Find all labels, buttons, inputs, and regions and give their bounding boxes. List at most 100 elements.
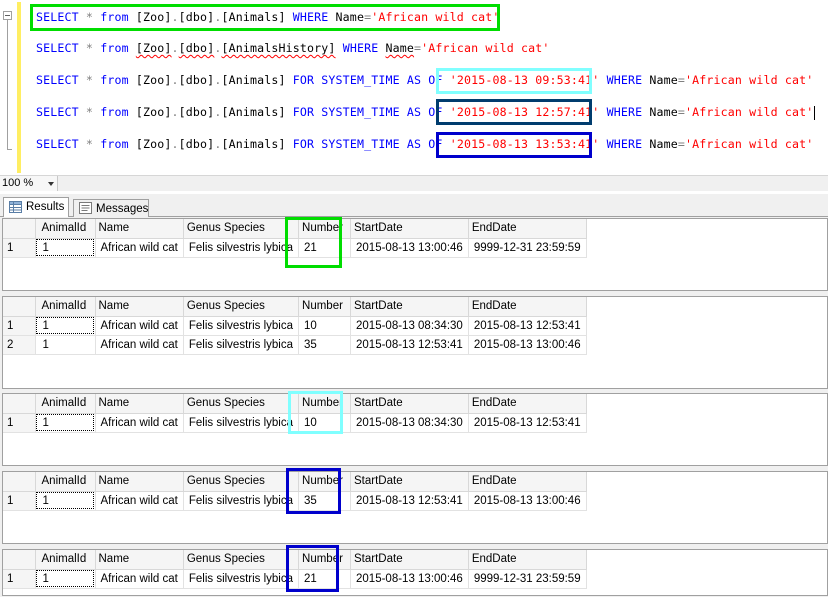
chevron-down-icon[interactable] bbox=[48, 182, 54, 186]
column-header[interactable]: Name bbox=[95, 550, 184, 570]
table-row[interactable]: 1 1 African wild cat Felis silvestris lybic… bbox=[3, 491, 587, 511]
table-cell[interactable]: 9999-12-31 23:59:59 bbox=[468, 569, 587, 589]
column-header[interactable]: Number bbox=[298, 394, 352, 414]
column-header[interactable]: EndDate bbox=[468, 472, 587, 492]
table-cell[interactable]: 35 bbox=[298, 335, 352, 355]
table-cell[interactable]: 21 bbox=[298, 238, 352, 258]
table-cell[interactable]: 21 bbox=[298, 569, 352, 589]
table-cell[interactable]: 35 bbox=[298, 491, 352, 511]
table-cell[interactable]: Felis silvestris lybica bbox=[183, 491, 300, 511]
table-cell[interactable]: Felis silvestris lybica bbox=[183, 238, 300, 258]
corner-header[interactable] bbox=[3, 550, 36, 570]
table-cell[interactable]: 2015-08-13 12:53:41 bbox=[350, 491, 469, 511]
table-cell[interactable]: 1 bbox=[35, 413, 96, 433]
corner-header[interactable] bbox=[3, 297, 36, 317]
column-header[interactable]: StartDate bbox=[350, 219, 469, 239]
corner-header[interactable] bbox=[3, 472, 36, 492]
zoom-select[interactable]: 100 % bbox=[0, 176, 58, 191]
column-header[interactable]: EndDate bbox=[468, 394, 587, 414]
table-row[interactable]: 1 1 African wild cat Felis silvestris lybic… bbox=[3, 238, 587, 258]
column-header[interactable]: Name bbox=[95, 472, 184, 492]
table-cell[interactable]: African wild cat bbox=[95, 335, 184, 355]
table-cell[interactable]: African wild cat bbox=[95, 238, 184, 258]
column-header[interactable]: Number bbox=[298, 550, 352, 570]
table-cell[interactable]: African wild cat bbox=[95, 413, 184, 433]
result-grid-5[interactable]: AnimalId Name Genus Species Number StartDate… bbox=[2, 549, 828, 596]
corner-header[interactable] bbox=[3, 219, 36, 239]
column-header[interactable]: Name bbox=[95, 394, 184, 414]
table-cell[interactable]: Felis silvestris lybica bbox=[183, 413, 300, 433]
code-line[interactable]: SELECT * from [Zoo].[dbo].[Animals] WHER… bbox=[36, 9, 500, 25]
table-cell[interactable]: African wild cat bbox=[95, 491, 184, 511]
column-header[interactable]: StartDate bbox=[350, 550, 469, 570]
table-row[interactable]: 2 1 African wild cat Felis silvestris lybic… bbox=[3, 335, 587, 355]
result-grid-1[interactable]: AnimalId Name Genus Species Number StartDate… bbox=[2, 218, 828, 291]
table-row[interactable]: 1 1 African wild cat Felis silvestris lybic… bbox=[3, 413, 587, 433]
table-cell[interactable]: African wild cat bbox=[95, 569, 184, 589]
table-cell[interactable]: 1 bbox=[35, 569, 96, 589]
code-line[interactable]: SELECT * from [Zoo].[dbo].[Animals] FOR … bbox=[36, 72, 813, 88]
column-header[interactable]: Name bbox=[95, 297, 184, 317]
table-cell[interactable]: 2015-08-13 13:00:46 bbox=[350, 238, 469, 258]
result-grid-3[interactable]: AnimalId Name Genus Species Number StartDate… bbox=[2, 393, 828, 466]
table-cell[interactable]: 2015-08-13 08:34:30 bbox=[350, 316, 469, 336]
column-header[interactable]: EndDate bbox=[468, 297, 587, 317]
table-cell[interactable]: Felis silvestris lybica bbox=[183, 569, 300, 589]
table-cell[interactable]: Felis silvestris lybica bbox=[183, 335, 300, 355]
row-number[interactable]: 1 bbox=[3, 491, 36, 511]
column-header[interactable]: EndDate bbox=[468, 219, 587, 239]
code-token: OF bbox=[428, 105, 443, 119]
column-header[interactable]: EndDate bbox=[468, 550, 587, 570]
column-header[interactable]: Genus Species bbox=[183, 394, 300, 414]
column-header[interactable]: AnimalId bbox=[35, 297, 96, 317]
column-header[interactable]: StartDate bbox=[350, 472, 469, 492]
column-header[interactable]: AnimalId bbox=[35, 550, 96, 570]
row-number[interactable]: 1 bbox=[3, 413, 36, 433]
table-cell[interactable]: 9999-12-31 23:59:59 bbox=[468, 238, 587, 258]
column-header[interactable]: AnimalId bbox=[35, 394, 96, 414]
table-cell[interactable]: 1 bbox=[35, 491, 96, 511]
corner-header[interactable] bbox=[3, 394, 36, 414]
code-line[interactable]: SELECT * from [Zoo].[dbo].[AnimalsHistor… bbox=[36, 40, 550, 56]
row-number[interactable]: 1 bbox=[3, 238, 36, 258]
table-cell[interactable]: 2015-08-13 13:00:46 bbox=[468, 491, 587, 511]
table-cell[interactable]: 2015-08-13 12:53:41 bbox=[468, 413, 587, 433]
column-header[interactable]: Genus Species bbox=[183, 550, 300, 570]
row-number[interactable]: 2 bbox=[3, 335, 36, 355]
table-cell[interactable]: 1 bbox=[35, 238, 96, 258]
table-cell[interactable]: 2015-08-13 08:34:30 bbox=[350, 413, 469, 433]
column-header[interactable]: Number bbox=[298, 219, 352, 239]
table-cell[interactable]: 2015-08-13 12:53:41 bbox=[468, 316, 587, 336]
table-cell[interactable]: 2015-08-13 13:00:46 bbox=[350, 569, 469, 589]
column-header[interactable]: StartDate bbox=[350, 394, 469, 414]
code-line[interactable]: SELECT * from [Zoo].[dbo].[Animals] FOR … bbox=[36, 136, 813, 152]
row-number[interactable]: 1 bbox=[3, 316, 36, 336]
code-line[interactable]: SELECT * from [Zoo].[dbo].[Animals] FOR … bbox=[36, 104, 816, 120]
table-cell[interactable]: 1 bbox=[35, 316, 96, 336]
table-cell[interactable]: 10 bbox=[298, 413, 352, 433]
column-header[interactable]: Name bbox=[95, 219, 184, 239]
column-header[interactable]: StartDate bbox=[350, 297, 469, 317]
column-header[interactable]: AnimalId bbox=[35, 219, 96, 239]
column-header[interactable]: Genus Species bbox=[183, 472, 300, 492]
column-header[interactable]: Number bbox=[298, 472, 352, 492]
table-row[interactable]: 1 1 African wild cat Felis silvestris lybic… bbox=[3, 316, 587, 336]
column-header[interactable]: AnimalId bbox=[35, 472, 96, 492]
table-cell[interactable]: 1 bbox=[35, 335, 96, 355]
table-row[interactable]: 1 1 African wild cat Felis silvestris lybic… bbox=[3, 569, 587, 589]
query-editor[interactable]: SELECT * from [Zoo].[dbo].[Animals] WHER… bbox=[0, 0, 828, 175]
table-cell[interactable]: African wild cat bbox=[95, 316, 184, 336]
tab-messages[interactable]: Messages bbox=[73, 199, 149, 217]
row-number[interactable]: 1 bbox=[3, 569, 36, 589]
table-cell[interactable]: 10 bbox=[298, 316, 352, 336]
table-cell[interactable]: Felis silvestris lybica bbox=[183, 316, 300, 336]
result-grid-2[interactable]: AnimalId Name Genus Species Number StartDate… bbox=[2, 296, 828, 389]
column-header[interactable]: Number bbox=[298, 297, 352, 317]
collapse-toggle-icon[interactable] bbox=[3, 11, 12, 20]
table-cell[interactable]: 2015-08-13 13:00:46 bbox=[468, 335, 587, 355]
table-cell[interactable]: 2015-08-13 12:53:41 bbox=[350, 335, 469, 355]
tab-results[interactable]: Results bbox=[3, 197, 69, 218]
column-header[interactable]: Genus Species bbox=[183, 297, 300, 317]
column-header[interactable]: Genus Species bbox=[183, 219, 300, 239]
result-grid-4[interactable]: AnimalId Name Genus Species Number StartDate… bbox=[2, 471, 828, 544]
